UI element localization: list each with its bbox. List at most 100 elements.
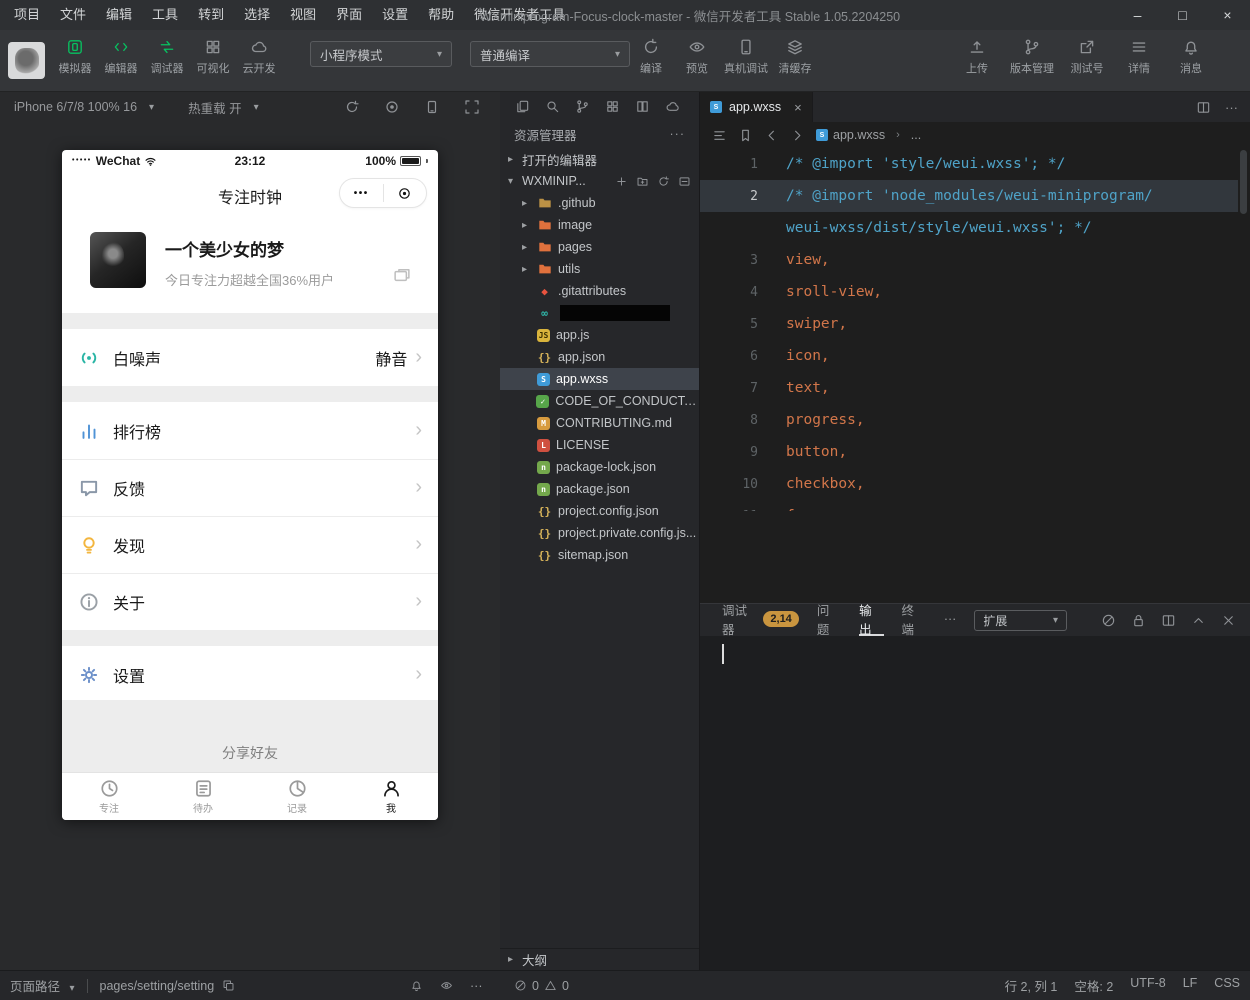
share-friends-button[interactable]: 分享好友 <box>62 743 438 763</box>
more-icon[interactable]: ··· <box>470 979 483 993</box>
file-item[interactable]: Sapp.wxss <box>500 368 699 390</box>
simulator-button[interactable]: 模拟器 <box>52 38 98 76</box>
device-select[interactable]: iPhone 6/7/8 100% 16 <box>14 100 137 114</box>
list-cell[interactable]: 排行榜› <box>62 402 438 459</box>
menu-item[interactable]: 选择 <box>234 0 280 30</box>
editor-button[interactable]: 编辑器 <box>98 38 144 76</box>
refresh-small-icon[interactable] <box>657 175 670 188</box>
file-item[interactable]: ▸utils <box>500 258 699 280</box>
debug-tab[interactable]: 终端 <box>902 604 926 636</box>
output-filter-select[interactable]: 扩展 ▾ <box>974 610 1067 631</box>
open-editors-section[interactable]: ▸ 打开的编辑器 <box>500 148 699 170</box>
copy-icon[interactable] <box>222 979 235 992</box>
file-item[interactable]: {}project.config.json <box>500 500 699 522</box>
code-line[interactable]: 1/* @import 'style/weui.wxss'; */ <box>700 148 1238 180</box>
list-cell[interactable]: 白噪声静音› <box>62 329 438 386</box>
code-line[interactable]: 6icon, <box>700 340 1238 372</box>
compile-mode-select[interactable]: 普通编译 ▾ <box>470 41 630 67</box>
device-debug-button[interactable]: 真机调试 <box>720 38 772 76</box>
book-icon[interactable] <box>635 99 650 114</box>
visibility-icon[interactable] <box>440 979 453 993</box>
status-item[interactable]: 空格: 2 <box>1074 976 1113 995</box>
code-line[interactable]: 7text, <box>700 372 1238 404</box>
capsule-more-button[interactable]: ••• <box>340 188 383 199</box>
search-icon[interactable] <box>545 99 560 114</box>
more-icon[interactable]: ··· <box>670 127 686 141</box>
list-cell[interactable]: 关于› <box>62 573 438 630</box>
code-line[interactable]: 5swiper, <box>700 308 1238 340</box>
menu-item[interactable]: 设置 <box>372 0 418 30</box>
code-line[interactable]: 11form, <box>700 500 1238 511</box>
editor-scrollbar[interactable] <box>1240 150 1247 214</box>
menu-item[interactable]: 视图 <box>280 0 326 30</box>
code-line[interactable]: 4sroll-view, <box>700 276 1238 308</box>
new-file-icon[interactable] <box>615 175 628 188</box>
menu-item[interactable]: 工具 <box>142 0 188 30</box>
outline-list-icon[interactable] <box>712 128 727 143</box>
debugger-button[interactable]: 调试器 <box>144 38 190 76</box>
clear-output-icon[interactable] <box>1101 613 1116 628</box>
profile-row[interactable]: 一个美少女的梦 今日专注力超越全国36%用户 <box>62 230 438 310</box>
code-line[interactable]: 3view, <box>700 244 1238 276</box>
breadcrumb-file[interactable]: S app.wxss <box>816 128 885 142</box>
alert-icon[interactable] <box>410 979 423 993</box>
menu-item[interactable]: 界面 <box>326 0 372 30</box>
split-panel-icon[interactable] <box>1161 613 1176 628</box>
collapse-icon[interactable] <box>678 175 691 188</box>
capsule-exit-button[interactable] <box>384 186 427 201</box>
tabbar-item[interactable]: 我 <box>344 773 438 820</box>
file-item[interactable]: {}sitemap.json <box>500 544 699 566</box>
status-item[interactable]: LF <box>1183 976 1198 995</box>
status-item[interactable]: UTF-8 <box>1130 976 1165 995</box>
file-item[interactable]: ▸pages <box>500 236 699 258</box>
menu-item[interactable]: 转到 <box>188 0 234 30</box>
upload-button[interactable]: 上传 <box>954 38 1000 76</box>
minimize-button[interactable]: – <box>1115 0 1160 30</box>
file-item[interactable]: npackage-lock.json <box>500 456 699 478</box>
clear-cache-button[interactable]: 清缓存 <box>772 38 818 76</box>
file-item[interactable]: ◆.gitattributes <box>500 280 699 302</box>
file-item[interactable]: ∞ <box>500 302 699 324</box>
outline-section[interactable]: ▸ 大纲 <box>500 948 699 970</box>
message-button[interactable]: 消息 <box>1168 38 1214 76</box>
file-item[interactable]: JSapp.js <box>500 324 699 346</box>
file-item[interactable]: ▸.github <box>500 192 699 214</box>
code-line[interactable]: 10checkbox, <box>700 468 1238 500</box>
file-item[interactable]: MCONTRIBUTING.md <box>500 412 699 434</box>
debug-tab[interactable]: 调试器2,14 <box>722 604 799 636</box>
close-button[interactable]: × <box>1205 0 1250 30</box>
code-line[interactable]: 8progress, <box>700 404 1238 436</box>
current-page-path[interactable]: pages/setting/setting <box>100 979 215 993</box>
menu-item[interactable]: 帮助 <box>418 0 464 30</box>
forward-icon[interactable] <box>790 128 805 143</box>
file-item[interactable]: {}project.private.config.js... <box>500 522 699 544</box>
split-editor-icon[interactable] <box>1196 100 1211 115</box>
list-cell[interactable]: 发现› <box>62 516 438 573</box>
project-root-row[interactable]: ▾ WXMINIP... <box>500 170 699 192</box>
tabbar-item[interactable]: 记录 <box>250 773 344 820</box>
file-item[interactable]: npackage.json <box>500 478 699 500</box>
file-item[interactable]: LLICENSE <box>500 434 699 456</box>
mode-select[interactable]: 小程序模式 ▾ <box>310 41 452 67</box>
git-branch-icon[interactable] <box>575 99 590 114</box>
screenshot-icon[interactable] <box>464 99 480 115</box>
menu-item[interactable]: 文件 <box>50 0 96 30</box>
record-icon[interactable] <box>384 99 400 115</box>
code-line[interactable]: 9button, <box>700 436 1238 468</box>
bookmark-icon[interactable] <box>738 128 753 143</box>
cloud-icon[interactable] <box>665 99 680 114</box>
list-cell[interactable]: 反馈› <box>62 459 438 516</box>
preview-button[interactable]: 预览 <box>674 38 720 76</box>
refresh-icon[interactable] <box>344 99 360 115</box>
modules-icon[interactable] <box>605 99 620 114</box>
code-editor[interactable]: 1/* @import 'style/weui.wxss'; */2/* @im… <box>700 148 1238 511</box>
compile-button[interactable]: 编译 <box>628 38 674 76</box>
lock-icon[interactable] <box>1131 613 1146 628</box>
details-button[interactable]: 详情 <box>1116 38 1162 76</box>
code-line[interactable]: 2/* @import 'node_modules/weui-miniprogr… <box>700 180 1238 212</box>
more-icon[interactable]: ··· <box>1225 100 1238 115</box>
menu-item[interactable]: 项目 <box>4 0 50 30</box>
problem-counts[interactable]: 0 0 <box>514 979 569 993</box>
new-folder-icon[interactable] <box>636 175 649 188</box>
cloud-dev-button[interactable]: 云开发 <box>236 38 282 76</box>
